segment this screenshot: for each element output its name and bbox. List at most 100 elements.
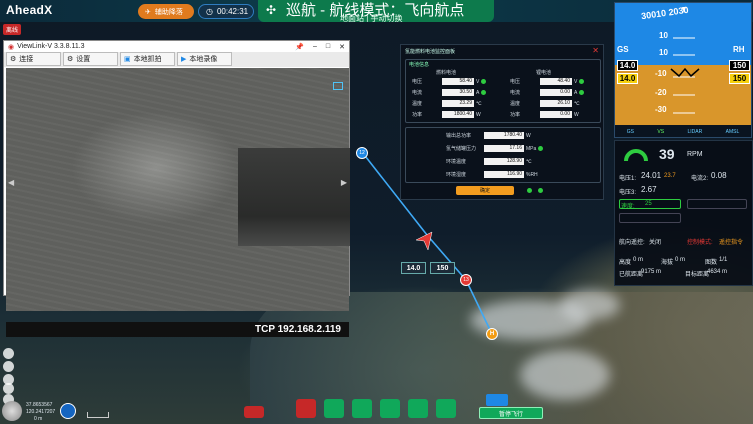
fuel-cell-row: 电压 58.40 V [412,78,487,85]
battery-label: 功率 [510,112,521,118]
tool-drone-red[interactable] [296,399,316,418]
tool-camera[interactable] [380,399,400,418]
stack-row: 输出总功率 1780.40 W [446,132,531,139]
battery-row: 温度 26.10 ℃ [510,100,580,107]
fuel-cell-header: 燃料电池 [436,70,457,76]
battery-info-box: 电池信息 燃料电池 锂电池 电压 58.40 V 电流 30.50 A 温度 23.29 ℃ 功率… [405,59,601,123]
fuel-cell-panel: 氢能燃料电池监控面板 ✕ 电池信息 燃料电池 锂电池 电压 58.40 V 电流 30.… [400,44,604,200]
page-value: 1/1 [719,257,728,263]
fuel-cell-label: 电压 [412,79,423,85]
pen-icon[interactable] [3,361,14,372]
volt1-value: 24.01 [641,171,662,180]
current2-label: 电流2: [691,176,709,182]
ctrl-mode-value: 遥控指令 [719,240,744,246]
waypoint-12[interactable]: 12 [356,147,368,159]
coords-lon: 120.2417207 [26,409,56,415]
nav-remote-label: 航向遥控: [619,240,645,246]
status-led [527,188,532,193]
volt3-label: 电压3: [619,190,637,196]
gear-icon: ⚙ [67,56,74,63]
viewlink-titlebar: ◉ ViewLink-V 3.3.8.11.3 📌 – □ ✕ [4,41,349,52]
stack-row: 环境温度 128.90 ℃ [446,158,532,165]
primary-flight-display: 30010 2030 GS RH 14.0 14.0 150 150 10 10… [614,2,752,138]
status-led [538,188,543,193]
telemetry-panel: 39 RPM 电压1: 24.01 23.7 电流2: 0.08 电压3: 2.… [614,140,753,286]
viewlink-window: ◉ ViewLink-V 3.3.8.11.3 📌 – □ ✕ ⚙ 连接 ⚙ 设置 … [3,40,350,337]
fuel-cell-row: 电流 30.50 A [412,89,487,96]
prev-arrow-icon[interactable]: ◀ [8,178,14,187]
rpm-gauge-icon [624,149,648,162]
tab-record[interactable]: ▶ 本地录像 [177,52,232,66]
connection-status: TCP 192.168.2.119 [6,322,349,337]
alert-button[interactable] [244,406,264,418]
pin-icon[interactable]: 📌 [295,43,304,51]
fuel-cell-value: 23.29 [442,100,474,107]
locate-icon[interactable] [3,348,14,359]
menu-icon[interactable] [486,394,508,406]
status-led [538,146,544,151]
target-dist-label: 目标距离 [685,272,710,278]
pfd-bottom-strip: GS VS LIDAR AMSL [615,125,751,137]
stack-label: 氢气储罐压力 [446,146,477,152]
volt1-b: 23.7 [664,173,676,179]
fuel-cell-unit: V [476,78,480,85]
camera-sub-view[interactable] [238,148,350,246]
coords-alt: 0 m [34,416,43,422]
tab-settings[interactable]: ⚙ 设置 [63,52,118,66]
volt3-value: 2.67 [641,185,657,194]
viewlink-logo-icon: ◉ [8,43,15,51]
speed-value: 25 [645,201,652,207]
battery-unit: V [574,78,578,85]
heading-control[interactable] [687,199,747,209]
flight-timer: ◷ 00:42:31 [198,4,254,19]
altitude-control[interactable] [619,213,681,223]
tab-snapshot[interactable]: ▣ 本地抓拍 [120,52,175,66]
maximize-button[interactable]: □ [326,43,330,50]
tab-connect[interactable]: ⚙ 连接 [6,52,61,66]
close-button[interactable]: ✕ [339,43,345,51]
rpm-value: 39 [659,146,675,162]
dist-value: 9175 m [641,269,662,275]
fuel-cell-label: 功率 [412,112,423,118]
tool-route[interactable] [324,399,344,418]
assist-landing-button[interactable]: ✈ 辅助降落 [138,4,194,19]
fuel-cell-unit: ℃ [476,100,482,107]
alt-value: 0 m [633,257,644,263]
stack-unit: MPa [526,145,537,152]
globe-icon[interactable] [60,403,76,419]
tcp-address: TCP 192.168.2.119 [255,324,341,335]
minimize-button[interactable]: – [313,43,317,50]
amsl-label: 海拔 [661,260,674,266]
confirm-button[interactable]: 确定 [456,186,514,195]
fuel-cell-label: 电流 [412,90,423,96]
offline-tag: 离线 [3,24,22,35]
screen-icon[interactable] [333,82,343,90]
target-dist-value: 4634 m [707,269,728,275]
tool-payload[interactable] [408,399,428,418]
nav-remote-value: 关闭 [649,240,662,246]
next-arrow-icon[interactable]: ▶ [341,178,347,187]
stack-label: 环境温度 [446,159,467,165]
camera-video-feed[interactable]: ◀ ▶ [6,68,350,311]
tool-home[interactable] [436,399,456,418]
zoom-in-icon[interactable] [3,383,14,394]
ctrl-mode-label: 控制模式: [687,240,713,246]
compass-icon[interactable] [2,401,22,421]
coords-lat: 37.8653567 [26,402,53,408]
speed-tag: 14.0 [401,262,426,274]
panel-close-icon[interactable]: ✕ [592,46,599,55]
battery-row: 功率 0.00 W [510,111,579,118]
stack-unit: %RH [526,171,538,178]
fuel-cell-unit: W [476,111,481,118]
tool-mission[interactable] [352,399,372,418]
camera-icon: ▣ [124,56,131,63]
battery-value: 26.10 [540,100,572,107]
stack-value: 17.16 [484,145,524,152]
battery-info-title: 电池信息 [409,62,430,68]
home-marker[interactable]: H [486,328,498,340]
status-led [579,79,585,84]
pause-flight-button[interactable]: 暂停飞行 [479,407,543,419]
waypoint-13[interactable]: 13 [460,274,472,286]
link-icon: ⚙ [10,56,17,63]
timer-value: 00:42:31 [216,7,249,16]
